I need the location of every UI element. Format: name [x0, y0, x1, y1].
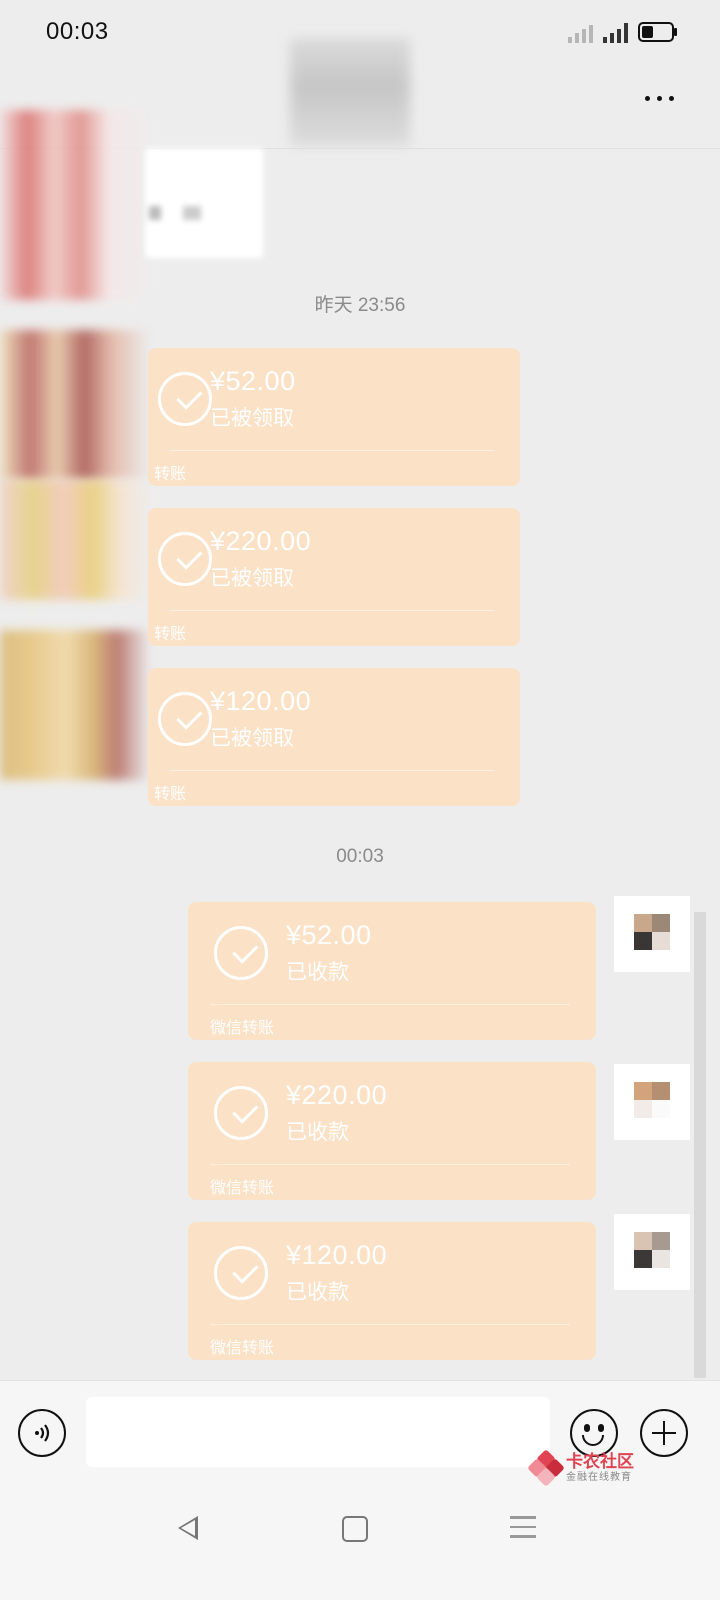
chat-title-redacted: [290, 38, 410, 146]
check-circle-icon: [214, 1086, 268, 1140]
check-circle-icon: [158, 692, 212, 746]
watermark-title: 卡农社区: [566, 1452, 634, 1471]
transfer-status: 已被领取: [210, 407, 294, 430]
more-dots-icon[interactable]: [645, 96, 674, 101]
transfer-source: 微信转账: [210, 1180, 275, 1197]
watermark-logo-icon: [527, 1449, 565, 1487]
watermark-subtitle: 金融在线教育: [566, 1472, 632, 1483]
nav-home-icon[interactable]: [342, 1516, 368, 1542]
transfer-amount: ¥52.00: [210, 366, 296, 396]
voice-icon[interactable]: [18, 1409, 66, 1457]
transfer-status: 已收款: [286, 961, 349, 984]
card-divider: [170, 450, 494, 451]
transfer-status: 已收款: [286, 1281, 349, 1304]
transfer-source: 转账: [154, 466, 187, 483]
contact-avatar-redacted[interactable]: [0, 110, 150, 300]
outgoing-transfer-card[interactable]: ¥220.00 已收款 微信转账: [188, 1062, 596, 1200]
timestamp-yesterday: 昨天 23:56: [314, 295, 406, 316]
check-circle-icon: [158, 532, 212, 586]
self-avatar[interactable]: [614, 896, 690, 972]
check-circle-icon: [158, 372, 212, 426]
self-avatar[interactable]: [614, 1064, 690, 1140]
transfer-source: 转账: [154, 626, 187, 643]
check-circle-icon: [214, 1246, 268, 1300]
signal-icon-2: [603, 21, 628, 43]
card-divider: [210, 1004, 570, 1005]
incoming-transfer-card[interactable]: ¥52.00 已被领取 转账: [148, 348, 520, 486]
card-divider: [210, 1324, 570, 1325]
transfer-source: 微信转账: [210, 1020, 275, 1037]
transfer-amount: ¥220.00: [286, 1080, 388, 1110]
nav-menu-icon[interactable]: [510, 1516, 536, 1545]
transfer-status: 已被领取: [210, 727, 294, 750]
card-divider: [210, 1164, 570, 1165]
plus-icon[interactable]: [640, 1409, 688, 1457]
card-divider: [170, 610, 494, 611]
status-icons: [568, 21, 677, 43]
contact-avatar-redacted[interactable]: [0, 480, 150, 600]
status-time: 00:03: [46, 18, 109, 45]
check-circle-icon: [214, 926, 268, 980]
watermark: 卡农社区 金融在线教育: [527, 1449, 634, 1487]
card-divider: [170, 770, 494, 771]
signal-icon: [568, 21, 593, 43]
transfer-source: 微信转账: [210, 1340, 275, 1357]
battery-level: [642, 26, 654, 38]
outgoing-transfer-card[interactable]: ¥120.00 已收款 微信转账: [188, 1222, 596, 1360]
transfer-amount: ¥120.00: [286, 1240, 388, 1270]
transfer-amount: ¥52.00: [286, 920, 372, 950]
contact-avatar-redacted[interactable]: [0, 630, 150, 780]
chat-scrollbar[interactable]: [694, 912, 706, 1378]
text-message-redacted: [145, 148, 263, 258]
incoming-transfer-card[interactable]: ¥220.00 已被领取 转账: [148, 508, 520, 646]
transfer-status: 已收款: [286, 1121, 349, 1144]
incoming-transfer-card[interactable]: ¥120.00 已被领取 转账: [148, 668, 520, 806]
self-avatar[interactable]: [614, 1214, 690, 1290]
voice-waves-icon: [35, 1424, 50, 1442]
transfer-source: 转账: [154, 786, 187, 803]
transfer-status: 已被领取: [210, 567, 294, 590]
message-input[interactable]: [86, 1397, 550, 1467]
transfer-amount: ¥220.00: [210, 526, 312, 556]
timestamp-now: 00:03: [336, 846, 384, 867]
contact-avatar-redacted[interactable]: [0, 330, 150, 480]
emoji-icon[interactable]: [570, 1409, 618, 1457]
system-nav-bar: [0, 1486, 720, 1600]
transfer-amount: ¥120.00: [210, 686, 312, 716]
outgoing-transfer-card[interactable]: ¥52.00 已收款 微信转账: [188, 902, 596, 1040]
nav-back-icon[interactable]: [178, 1516, 198, 1540]
battery-icon: [638, 22, 677, 42]
